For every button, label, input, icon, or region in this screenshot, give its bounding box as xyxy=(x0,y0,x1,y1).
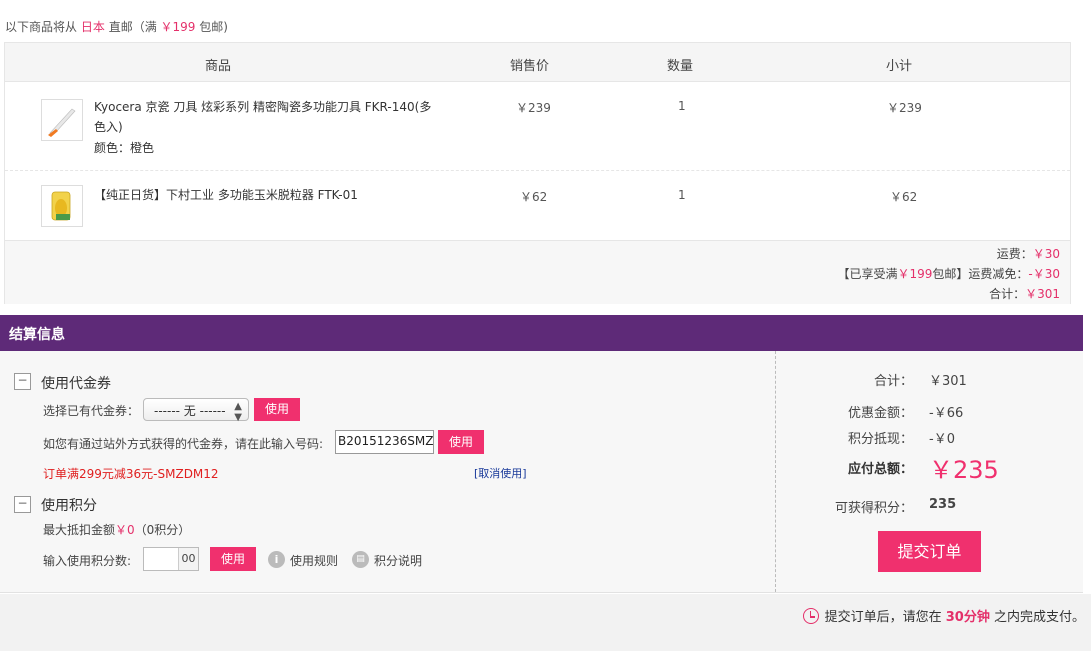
clock-icon xyxy=(802,608,819,624)
summary-total-value: ￥301 xyxy=(929,374,967,389)
summary-discount-value: -￥66 xyxy=(929,406,964,421)
origin-note: 以下商品将从 日本 直邮（满 ￥199 包邮) xyxy=(5,18,228,35)
points-max-suffix: （0积分） xyxy=(134,523,191,537)
corn-tool-icon xyxy=(51,191,71,221)
summary-total-label: 合计： xyxy=(873,374,913,389)
points-input-label: 输入使用积分数: xyxy=(43,554,132,568)
table-row: 【纯正日货】下村工业 多功能玉米脱粒器 FTK-01 ￥62 1 ￥62 xyxy=(5,172,1070,240)
voucher-code-use-button[interactable]: 使用 xyxy=(438,430,484,454)
table-row: Kyocera 京瓷 刀具 炫彩系列 精密陶瓷多功能刀具 FKR-140(多色入… xyxy=(5,83,1070,171)
summary-points-label: 积分抵现： xyxy=(847,432,913,447)
summary-earn-label: 可获得积分： xyxy=(834,501,913,516)
voucher-select-label: 选择已有代金券： xyxy=(43,404,140,418)
header-qty: 数量 xyxy=(667,59,694,74)
points-info-link[interactable]: 积分说明 xyxy=(374,552,422,569)
shipping-value: ￥30 xyxy=(1032,247,1060,261)
origin-suffix: 直邮（满 xyxy=(108,20,157,34)
product-subtotal: ￥239 xyxy=(887,101,922,115)
total-label: 合计： xyxy=(989,287,1026,301)
header-price: 销售价 xyxy=(510,59,550,74)
origin-tail: 包邮) xyxy=(199,20,228,34)
points-max-value: ￥0 xyxy=(115,523,135,537)
points-input-suffix: 00 xyxy=(178,548,198,570)
points-max-line: 最大抵扣金额￥0（0积分） xyxy=(43,521,190,538)
voucher-section-title: 使用代金券 xyxy=(41,376,111,392)
settlement-header: 结算信息 xyxy=(0,315,1083,351)
voucher-code-input[interactable]: B20151236SMZDM12 xyxy=(335,430,434,454)
product-subtotal: ￥62 xyxy=(890,190,918,204)
payment-deadline-note: 提交订单后，请您在 30分钟 之内完成支付。 xyxy=(802,606,1085,625)
product-qty: 1 xyxy=(678,188,686,202)
points-input[interactable]: 00 xyxy=(143,547,199,571)
document-icon: ▤ xyxy=(352,551,369,568)
deadline-after: 之内完成支付。 xyxy=(993,610,1085,625)
summary-due-value: ￥235 xyxy=(929,456,999,484)
points-rules-link[interactable]: 使用规则 xyxy=(290,552,338,569)
voucher-code-label: 如您有通过站外方式获得的代金券，请在此输入号码: xyxy=(43,437,324,451)
order-summary-pane: 合计： ￥301 优惠金额： -￥66 积分抵现： -￥0 应付总额： ￥235… xyxy=(777,351,1083,592)
points-max-prefix: 最大抵扣金额 xyxy=(43,523,116,537)
shipping-fee-line: 运费：￥30 xyxy=(997,245,1060,262)
discount-threshold: ￥199 xyxy=(897,267,933,281)
info-icon: i xyxy=(268,551,285,568)
voucher-use-button[interactable]: 使用 xyxy=(254,398,300,421)
discount-prefix: 【已享受满 xyxy=(837,267,898,281)
knife-icon xyxy=(48,108,76,137)
discount-options-pane: − 使用代金券 选择已有代金券： ------ 无 ------ ▲ ▼ 使用 如… xyxy=(0,351,776,592)
voucher-select-value: ------ 无 ------ xyxy=(154,404,226,418)
product-price: ￥239 xyxy=(516,101,551,115)
select-arrows-icon: ▲ ▼ xyxy=(234,401,242,423)
payment-deadline-bar: 提交订单后，请您在 30分钟 之内完成支付。 xyxy=(0,594,1091,651)
points-section-title: 使用积分 xyxy=(41,498,97,514)
applied-voucher-text: 订单满299元减36元-SMZDM12 xyxy=(43,467,219,481)
deadline-time: 30分钟 xyxy=(945,610,990,625)
origin-country: 日本 xyxy=(80,20,105,34)
shipping-discount-line: 【已享受满￥199包邮】运费减免：-￥30 xyxy=(837,265,1060,282)
deadline-before: 提交订单后，请您在 xyxy=(824,610,942,625)
voucher-select[interactable]: ------ 无 ------ ▲ ▼ xyxy=(143,398,249,423)
cancel-voucher-link[interactable]: [取消使用] xyxy=(474,465,527,481)
origin-prefix: 以下商品将从 xyxy=(5,20,78,34)
order-totals: 运费：￥30 【已享受满￥199包邮】运费减免：-￥30 合计：￥301 xyxy=(5,240,1070,304)
header-subtotal: 小计 xyxy=(886,59,913,74)
summary-earn-value: 235 xyxy=(929,497,957,512)
header-product: 商品 xyxy=(205,59,232,74)
product-price: ￥62 xyxy=(520,190,548,204)
settlement-panel: − 使用代金券 选择已有代金券： ------ 无 ------ ▲ ▼ 使用 如… xyxy=(0,351,1083,593)
product-attribute: 颜色：橙色 xyxy=(94,141,155,155)
submit-order-button[interactable]: 提交订单 xyxy=(878,531,981,572)
voucher-collapse-toggle[interactable]: − xyxy=(14,373,31,390)
points-use-button[interactable]: 使用 xyxy=(210,547,256,571)
summary-discount-label: 优惠金额： xyxy=(847,406,913,421)
discount-value: -￥30 xyxy=(1028,267,1060,281)
product-name-link[interactable]: 【纯正日货】下村工业 多功能玉米脱粒器 FTK-01 xyxy=(94,185,434,205)
product-thumbnail[interactable] xyxy=(41,99,83,141)
product-qty: 1 xyxy=(678,99,686,113)
order-total-line: 合计：￥301 xyxy=(989,285,1060,302)
shipping-label: 运费： xyxy=(996,247,1033,261)
origin-threshold: ￥199 xyxy=(160,20,196,34)
summary-points-value: -￥0 xyxy=(929,432,955,447)
table-header: 商品 销售价 数量 小计 xyxy=(5,43,1070,82)
summary-due-label: 应付总额： xyxy=(847,462,913,477)
points-collapse-toggle[interactable]: − xyxy=(14,496,31,513)
product-name-link[interactable]: Kyocera 京瓷 刀具 炫彩系列 精密陶瓷多功能刀具 FKR-140(多色入… xyxy=(94,97,434,137)
discount-mid: 包邮】运费减免： xyxy=(932,267,1029,281)
order-items-table: 商品 销售价 数量 小计 Kyocera 京瓷 刀具 炫彩系列 精密陶瓷多功能刀… xyxy=(4,42,1071,304)
total-value: ￥301 xyxy=(1025,287,1060,301)
product-thumbnail[interactable] xyxy=(41,185,83,227)
